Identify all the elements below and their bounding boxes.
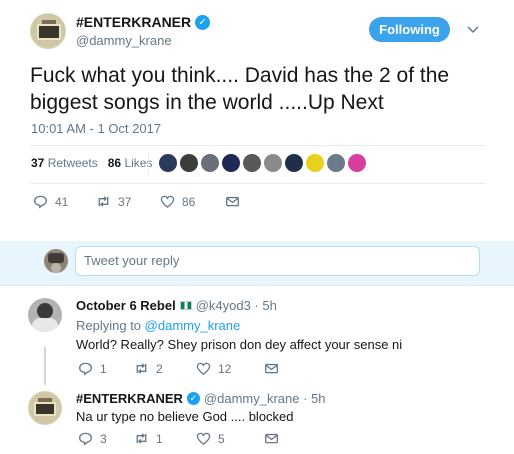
- liker-avatar[interactable]: [348, 154, 366, 172]
- direct-message-action[interactable]: [264, 361, 279, 376]
- reply-avatar[interactable]: [28, 298, 62, 332]
- like-action[interactable]: 5: [196, 431, 264, 446]
- like-action[interactable]: 12: [196, 361, 264, 376]
- retweet-icon: [136, 433, 147, 444]
- current-user-avatar: [44, 249, 68, 273]
- direct-message-action[interactable]: [264, 431, 279, 446]
- reply-author-handle[interactable]: @k4yod3 · 5h: [196, 298, 277, 313]
- envelope-icon: [265, 433, 278, 444]
- liker-avatar[interactable]: [159, 154, 177, 172]
- retweet-count: 1: [156, 431, 163, 446]
- reply-avatar[interactable]: [28, 391, 62, 425]
- retweet-action[interactable]: 2: [134, 361, 196, 376]
- reply-input[interactable]: Tweet your reply: [75, 246, 480, 276]
- reply-count: 1: [100, 361, 107, 376]
- avatar-picture-frame: [37, 24, 61, 40]
- author-name-row[interactable]: #ENTERKRANER ✓: [76, 14, 211, 30]
- liker-avatar[interactable]: [243, 154, 261, 172]
- liker-avatar[interactable]: [201, 154, 219, 172]
- verified-badge-icon: ✓: [195, 14, 211, 30]
- reply-count: 3: [100, 431, 107, 446]
- like-count: 5: [218, 431, 225, 446]
- replying-to-link[interactable]: @dammy_krane: [145, 318, 241, 333]
- reply-author-handle[interactable]: @dammy_krane · 5h: [204, 391, 326, 406]
- verified-badge-icon: ✓: [186, 392, 200, 405]
- stats-separator: [148, 152, 149, 174]
- liker-avatar[interactable]: [327, 154, 345, 172]
- retweet-count: 37: [118, 194, 132, 209]
- nigeria-flag-icon: [179, 301, 192, 310]
- thread-connector: [44, 347, 46, 385]
- retweet-count: 2: [156, 361, 163, 376]
- author-name[interactable]: #ENTERKRANER: [76, 14, 191, 30]
- author-handle[interactable]: @dammy_krane: [76, 33, 172, 48]
- divider: [30, 145, 485, 146]
- reply-icon: [34, 195, 47, 209]
- direct-message-action[interactable]: [225, 194, 240, 209]
- reply-actions: 3 1 5: [78, 431, 279, 446]
- tweet-actions: 41 37 86: [33, 194, 240, 209]
- reply-author-name[interactable]: #ENTERKRANER: [76, 391, 183, 406]
- liker-avatar[interactable]: [285, 154, 303, 172]
- retweet-action[interactable]: 1: [134, 431, 196, 446]
- liker-avatar[interactable]: [264, 154, 282, 172]
- like-count: 12: [218, 361, 232, 376]
- reply-header: October 6 Rebel @k4yod3 · 5h: [76, 298, 277, 313]
- envelope-icon: [265, 363, 278, 374]
- chevron-down-icon[interactable]: [466, 22, 480, 36]
- replying-to: Replying to @dammy_krane: [76, 318, 241, 333]
- retweet-icon: [98, 196, 109, 207]
- reply-action[interactable]: 3: [78, 431, 134, 446]
- divider: [30, 183, 485, 184]
- like-action[interactable]: 86: [160, 194, 225, 209]
- reply-text: World? Really? Shey prison don dey affec…: [76, 337, 403, 352]
- retweets-stat[interactable]: 37 Retweets: [31, 156, 98, 170]
- likes-stat[interactable]: 86 Likes: [108, 156, 153, 170]
- reply-actions: 1 2 12: [78, 361, 279, 376]
- heart-icon: [196, 362, 211, 375]
- reply-author-name[interactable]: October 6 Rebel: [76, 298, 176, 313]
- liker-avatar[interactable]: [306, 154, 324, 172]
- reply-action[interactable]: 41: [33, 194, 96, 209]
- divider: [0, 285, 514, 286]
- reply-icon: [79, 362, 92, 376]
- reply-icon: [79, 432, 92, 446]
- heart-icon: [160, 195, 175, 208]
- envelope-icon: [226, 196, 239, 207]
- retweet-action[interactable]: 37: [96, 194, 160, 209]
- reply-text: Na ur type no believe God .... blocked: [76, 409, 294, 424]
- tweet-timestamp[interactable]: 10:01 AM - 1 Oct 2017: [31, 121, 161, 136]
- following-button[interactable]: Following: [369, 17, 450, 42]
- tweet-stats: 37 Retweets 86 Likes: [31, 156, 152, 170]
- retweet-icon: [136, 363, 147, 374]
- reply-count: 41: [55, 194, 69, 209]
- reply-action[interactable]: 1: [78, 361, 134, 376]
- heart-icon: [196, 432, 211, 445]
- author-avatar[interactable]: [30, 13, 66, 49]
- liker-avatar[interactable]: [222, 154, 240, 172]
- liker-avatars: [159, 154, 366, 172]
- reply-header: #ENTERKRANER ✓ @dammy_krane · 5h: [76, 391, 325, 406]
- like-count: 86: [182, 194, 196, 209]
- liker-avatar[interactable]: [180, 154, 198, 172]
- tweet-text: Fuck what you think.... David has the 2 …: [30, 64, 450, 114]
